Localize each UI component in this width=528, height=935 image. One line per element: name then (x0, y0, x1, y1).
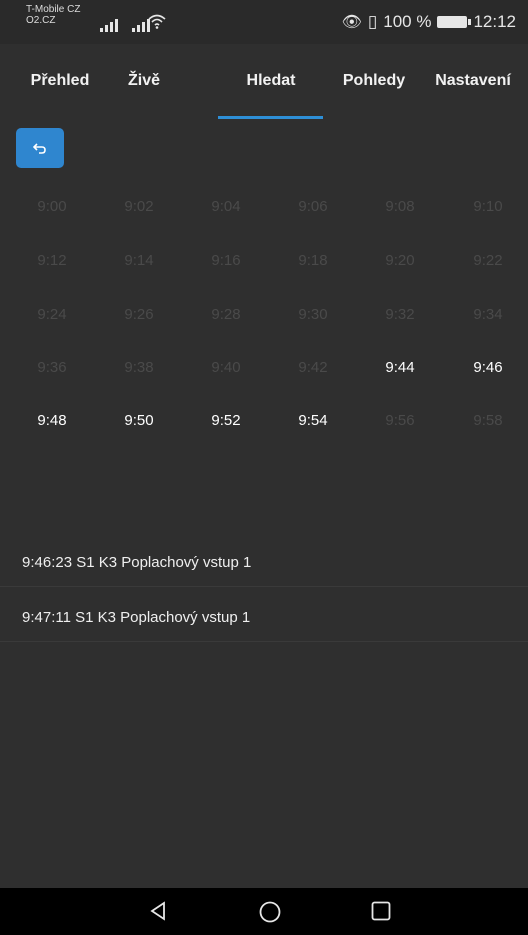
time-slot: 9:18 (298, 252, 328, 269)
time-slot: 9:30 (298, 306, 328, 323)
tab-zive[interactable]: Živě (128, 72, 160, 90)
time-slot: 9:14 (124, 252, 154, 269)
time-slot: 9:20 (385, 252, 415, 269)
time-slot: 9:58 (473, 412, 503, 429)
status-bar: T-Mobile CZ O2.CZ 👁 ▯ 100 % 12:12 (0, 0, 528, 44)
time-slot: 9:10 (473, 198, 503, 215)
tab-hledat[interactable]: Hledat (247, 72, 296, 90)
eye-comfort-icon: 👁 (341, 14, 362, 31)
carrier-name-2: O2.CZ (26, 15, 56, 26)
time-slot: 9:08 (385, 198, 415, 215)
vibrate-icon: ▯ (367, 12, 378, 31)
battery-icon (437, 16, 472, 28)
event-row[interactable]: 9:46:23 S1 K3 Poplachový vstup 1 (0, 540, 528, 587)
triangle-back-icon[interactable] (147, 900, 169, 922)
square-recents-icon[interactable] (370, 900, 392, 922)
time-slot: 9:22 (473, 252, 503, 269)
time-slot: 9:38 (124, 359, 154, 376)
event-text: 9:46:23 S1 K3 Poplachový vstup 1 (22, 554, 252, 571)
back-button[interactable] (16, 128, 64, 168)
status-right: 👁 ▯ 100 % 12:12 (342, 12, 516, 32)
circle-home-icon[interactable] (258, 900, 282, 924)
battery-percent: 100 % (383, 12, 432, 31)
time-slot[interactable]: 9:48 (22, 412, 82, 429)
tab-nastaveni[interactable]: Nastavení (435, 72, 511, 90)
time-slot[interactable]: 9:52 (196, 412, 256, 429)
time-slot[interactable]: 9:46 (458, 359, 518, 376)
undo-arrow-icon (33, 143, 46, 154)
time-slot: 9:00 (37, 198, 67, 215)
event-text: 9:47:11 S1 K3 Poplachový vstup 1 (22, 609, 251, 626)
carrier-label: T-Mobile CZ O2.CZ (26, 4, 80, 26)
active-tab-indicator (218, 116, 323, 119)
signal-1-icon (100, 14, 118, 32)
time-slot: 9:02 (124, 198, 154, 215)
time-slot[interactable]: 9:54 (283, 412, 343, 429)
time-slot[interactable]: 9:44 (370, 359, 430, 376)
tab-prehled[interactable]: Přehled (31, 72, 90, 90)
time-slot: 9:16 (211, 252, 241, 269)
wifi-icon (148, 14, 166, 29)
time-slot: 9:34 (473, 306, 503, 323)
time-slot: 9:12 (37, 252, 67, 269)
time-slot: 9:36 (37, 359, 67, 376)
time-slot: 9:56 (385, 412, 415, 429)
time-slot: 9:42 (298, 359, 328, 376)
time-slot: 9:32 (385, 306, 415, 323)
time-slot[interactable]: 9:50 (109, 412, 169, 429)
time-slot: 9:28 (211, 306, 241, 323)
tab-bar: Přehled Živě Hledat Pohledy Nastavení (0, 44, 528, 124)
carrier-name-1: T-Mobile CZ (26, 4, 81, 15)
time-slot: 9:06 (298, 198, 328, 215)
time-slot: 9:26 (124, 306, 154, 323)
time-slot: 9:40 (211, 359, 241, 376)
event-row[interactable]: 9:47:11 S1 K3 Poplachový vstup 1 (0, 595, 528, 642)
time-slot: 9:04 (211, 198, 241, 215)
system-nav-bar (0, 888, 528, 935)
tab-pohledy[interactable]: Pohledy (343, 72, 405, 90)
time-slot: 9:24 (37, 306, 67, 323)
clock: 12:12 (473, 12, 516, 31)
